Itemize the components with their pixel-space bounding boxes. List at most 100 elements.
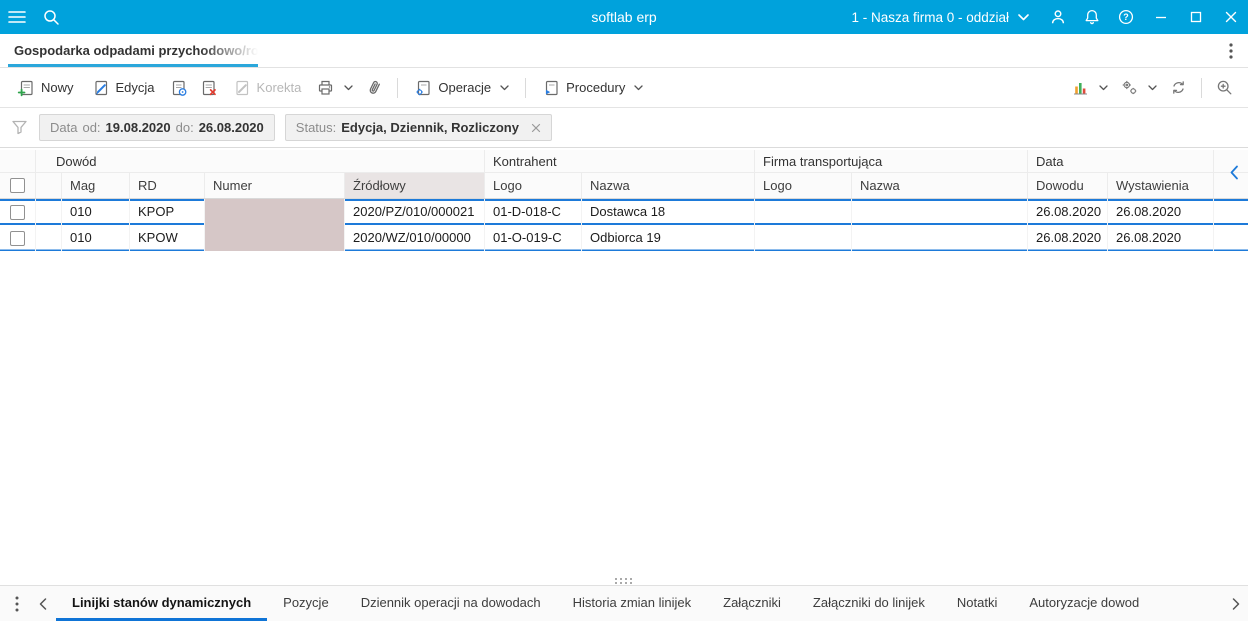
column-header-mag[interactable]: Mag — [62, 173, 130, 198]
cell-logo-kontrahenta: 01-D-018-C — [485, 199, 582, 225]
notifications-button[interactable] — [1075, 0, 1109, 34]
document-delete-button[interactable] — [194, 73, 224, 103]
cell-nazwa-transport — [852, 225, 1028, 251]
print-button[interactable] — [310, 73, 359, 103]
bottom-tabbar: Linijki stanów dynamicznych Pozycje Dzie… — [0, 585, 1248, 621]
cell-mag: 010 — [62, 199, 130, 225]
chevron-down-icon — [1018, 13, 1029, 21]
group-header-kontrahent: Kontrahent — [485, 150, 755, 173]
status-filter-value: Edycja, Dziennik, Rozliczony — [341, 120, 519, 135]
operations-button-label: Operacje — [438, 80, 492, 95]
global-search-button[interactable] — [34, 0, 68, 34]
kebab-icon — [1229, 42, 1233, 59]
splitter-grip-handle — [614, 577, 634, 585]
search-plus-icon — [1215, 78, 1234, 97]
bottom-tab-zalaczniki-do-linijek[interactable]: Załączniki do linijek — [797, 586, 941, 621]
cell-data-dowodu: 26.08.2020 — [1028, 199, 1108, 225]
close-button[interactable] — [1213, 0, 1248, 34]
document-info-icon — [170, 79, 188, 97]
settings-button[interactable] — [1114, 73, 1163, 103]
kebab-icon — [15, 596, 19, 612]
status-filter-label: Status: — [295, 120, 337, 135]
main-menu-button[interactable] — [0, 0, 34, 34]
procedures-button[interactable]: Procedury — [533, 73, 652, 103]
filterbar: Data od: 19.08.2020 do: 26.08.2020 Statu… — [0, 108, 1248, 148]
bottom-tab-dziennik-operacji[interactable]: Dziennik operacji na dowodach — [345, 586, 557, 621]
operations-button[interactable]: Operacje — [405, 73, 518, 103]
bottom-tab-linijki-stanow[interactable]: Linijki stanów dynamicznych — [56, 586, 268, 621]
column-header-logo-transport[interactable]: Logo — [755, 173, 852, 198]
printer-icon — [316, 78, 335, 97]
operations-icon — [414, 79, 432, 97]
row-spacer-cell — [36, 225, 62, 251]
paperclip-icon — [365, 78, 384, 97]
column-header-logo-kontrahenta[interactable]: Logo — [485, 173, 582, 198]
maximize-button[interactable] — [1178, 0, 1213, 34]
scroll-tabs-left-button[interactable] — [30, 586, 56, 621]
bottom-tab-historia-zmian[interactable]: Historia zmian linijek — [557, 586, 707, 621]
operations-dropdown-chevron-icon — [500, 84, 509, 91]
date-from-value: 19.08.2020 — [105, 120, 171, 135]
remove-status-filter-button[interactable] — [531, 123, 541, 133]
bottom-tab-autoryzacje[interactable]: Autoryzacje dowod — [1013, 586, 1155, 621]
bar-chart-icon — [1071, 78, 1090, 97]
filter-funnel-icon — [10, 118, 29, 137]
help-button[interactable]: ? — [1109, 0, 1143, 34]
chevron-left-icon — [39, 597, 47, 610]
document-delete-icon — [200, 79, 218, 97]
bottom-tab-zalaczniki[interactable]: Załączniki — [707, 586, 797, 621]
correction-button[interactable]: Korekta — [224, 73, 311, 103]
chart-view-button[interactable] — [1065, 73, 1114, 103]
cell-rd: KPOP — [130, 199, 205, 225]
cell-mag: 010 — [62, 225, 130, 251]
table-row[interactable]: 010 KPOP 2020/PZ/010/000021 01-D-018-C D… — [0, 199, 1248, 225]
status-filter-chip[interactable]: Status: Edycja, Dziennik, Rozliczony — [284, 114, 552, 141]
column-header-data-dowodu[interactable]: Dowodu — [1028, 173, 1108, 198]
date-filter-label: Data — [50, 120, 78, 135]
advanced-search-button[interactable] — [1209, 73, 1240, 103]
cell-data-dowodu: 26.08.2020 — [1028, 225, 1108, 251]
company-selector[interactable]: 1 - Nasza firma 0 - oddział — [839, 0, 1041, 34]
refresh-button[interactable] — [1163, 73, 1194, 103]
new-button[interactable]: Nowy — [8, 73, 83, 103]
column-header-nazwa-transport[interactable]: Nazwa — [852, 173, 1028, 198]
row-checkbox[interactable] — [10, 204, 25, 220]
table-row[interactable]: 010 KPOW 2020/WZ/010/00000 01-O-019-C Od… — [0, 225, 1248, 251]
group-header-firma-transportujaca: Firma transportująca — [755, 150, 1028, 173]
cell-end — [1214, 225, 1248, 251]
column-header-numer[interactable]: Numer — [205, 173, 345, 198]
attachments-button[interactable] — [359, 73, 390, 103]
scroll-tabs-right-button[interactable] — [1224, 587, 1248, 621]
data-grid: Dowód Kontrahent Firma transportująca Da… — [0, 148, 1248, 576]
edit-button[interactable]: Edycja — [83, 73, 164, 103]
cell-nazwa-transport — [852, 199, 1028, 225]
bottom-tab-menu-button[interactable] — [4, 586, 30, 621]
user-button[interactable] — [1041, 0, 1075, 34]
cell-logo-transport — [755, 199, 852, 225]
select-all-checkbox[interactable] — [10, 178, 25, 193]
cell-numer-redacted — [205, 199, 345, 225]
company-selector-label: 1 - Nasza firma 0 - oddział — [851, 9, 1009, 25]
cell-nazwa-kontrahenta: Odbiorca 19 — [582, 225, 755, 251]
row-checkbox-cell — [0, 199, 36, 225]
panel-splitter[interactable] — [0, 576, 1248, 585]
tab-overflow-button[interactable] — [1214, 34, 1248, 67]
column-header-zrodlowy[interactable]: Źródłowy — [345, 173, 485, 198]
date-filter-chip[interactable]: Data od: 19.08.2020 do: 26.08.2020 — [39, 114, 275, 141]
document-tab-active[interactable]: Gospodarka odpadami przychodowo/ro — [0, 34, 258, 67]
grid-scroll-left-button[interactable] — [1229, 165, 1239, 180]
row-checkbox[interactable] — [10, 230, 25, 246]
column-header-rd[interactable]: RD — [130, 173, 205, 198]
tab-label-fade — [200, 34, 258, 64]
column-header-data-wystawienia[interactable]: Wystawienia — [1108, 173, 1214, 198]
toolbar-divider — [1201, 77, 1202, 98]
column-header-nazwa-kontrahenta[interactable]: Nazwa — [582, 173, 755, 198]
maximize-icon — [1190, 11, 1202, 23]
minimize-button[interactable] — [1143, 0, 1178, 34]
document-preview-button[interactable] — [164, 73, 194, 103]
row-checkbox-cell — [0, 225, 36, 251]
app-title: softlab erp — [591, 9, 657, 25]
bottom-tab-notatki[interactable]: Notatki — [941, 586, 1013, 621]
bottom-tab-pozycje[interactable]: Pozycje — [267, 586, 345, 621]
topbar-right: 1 - Nasza firma 0 - oddział ? — [839, 0, 1248, 34]
